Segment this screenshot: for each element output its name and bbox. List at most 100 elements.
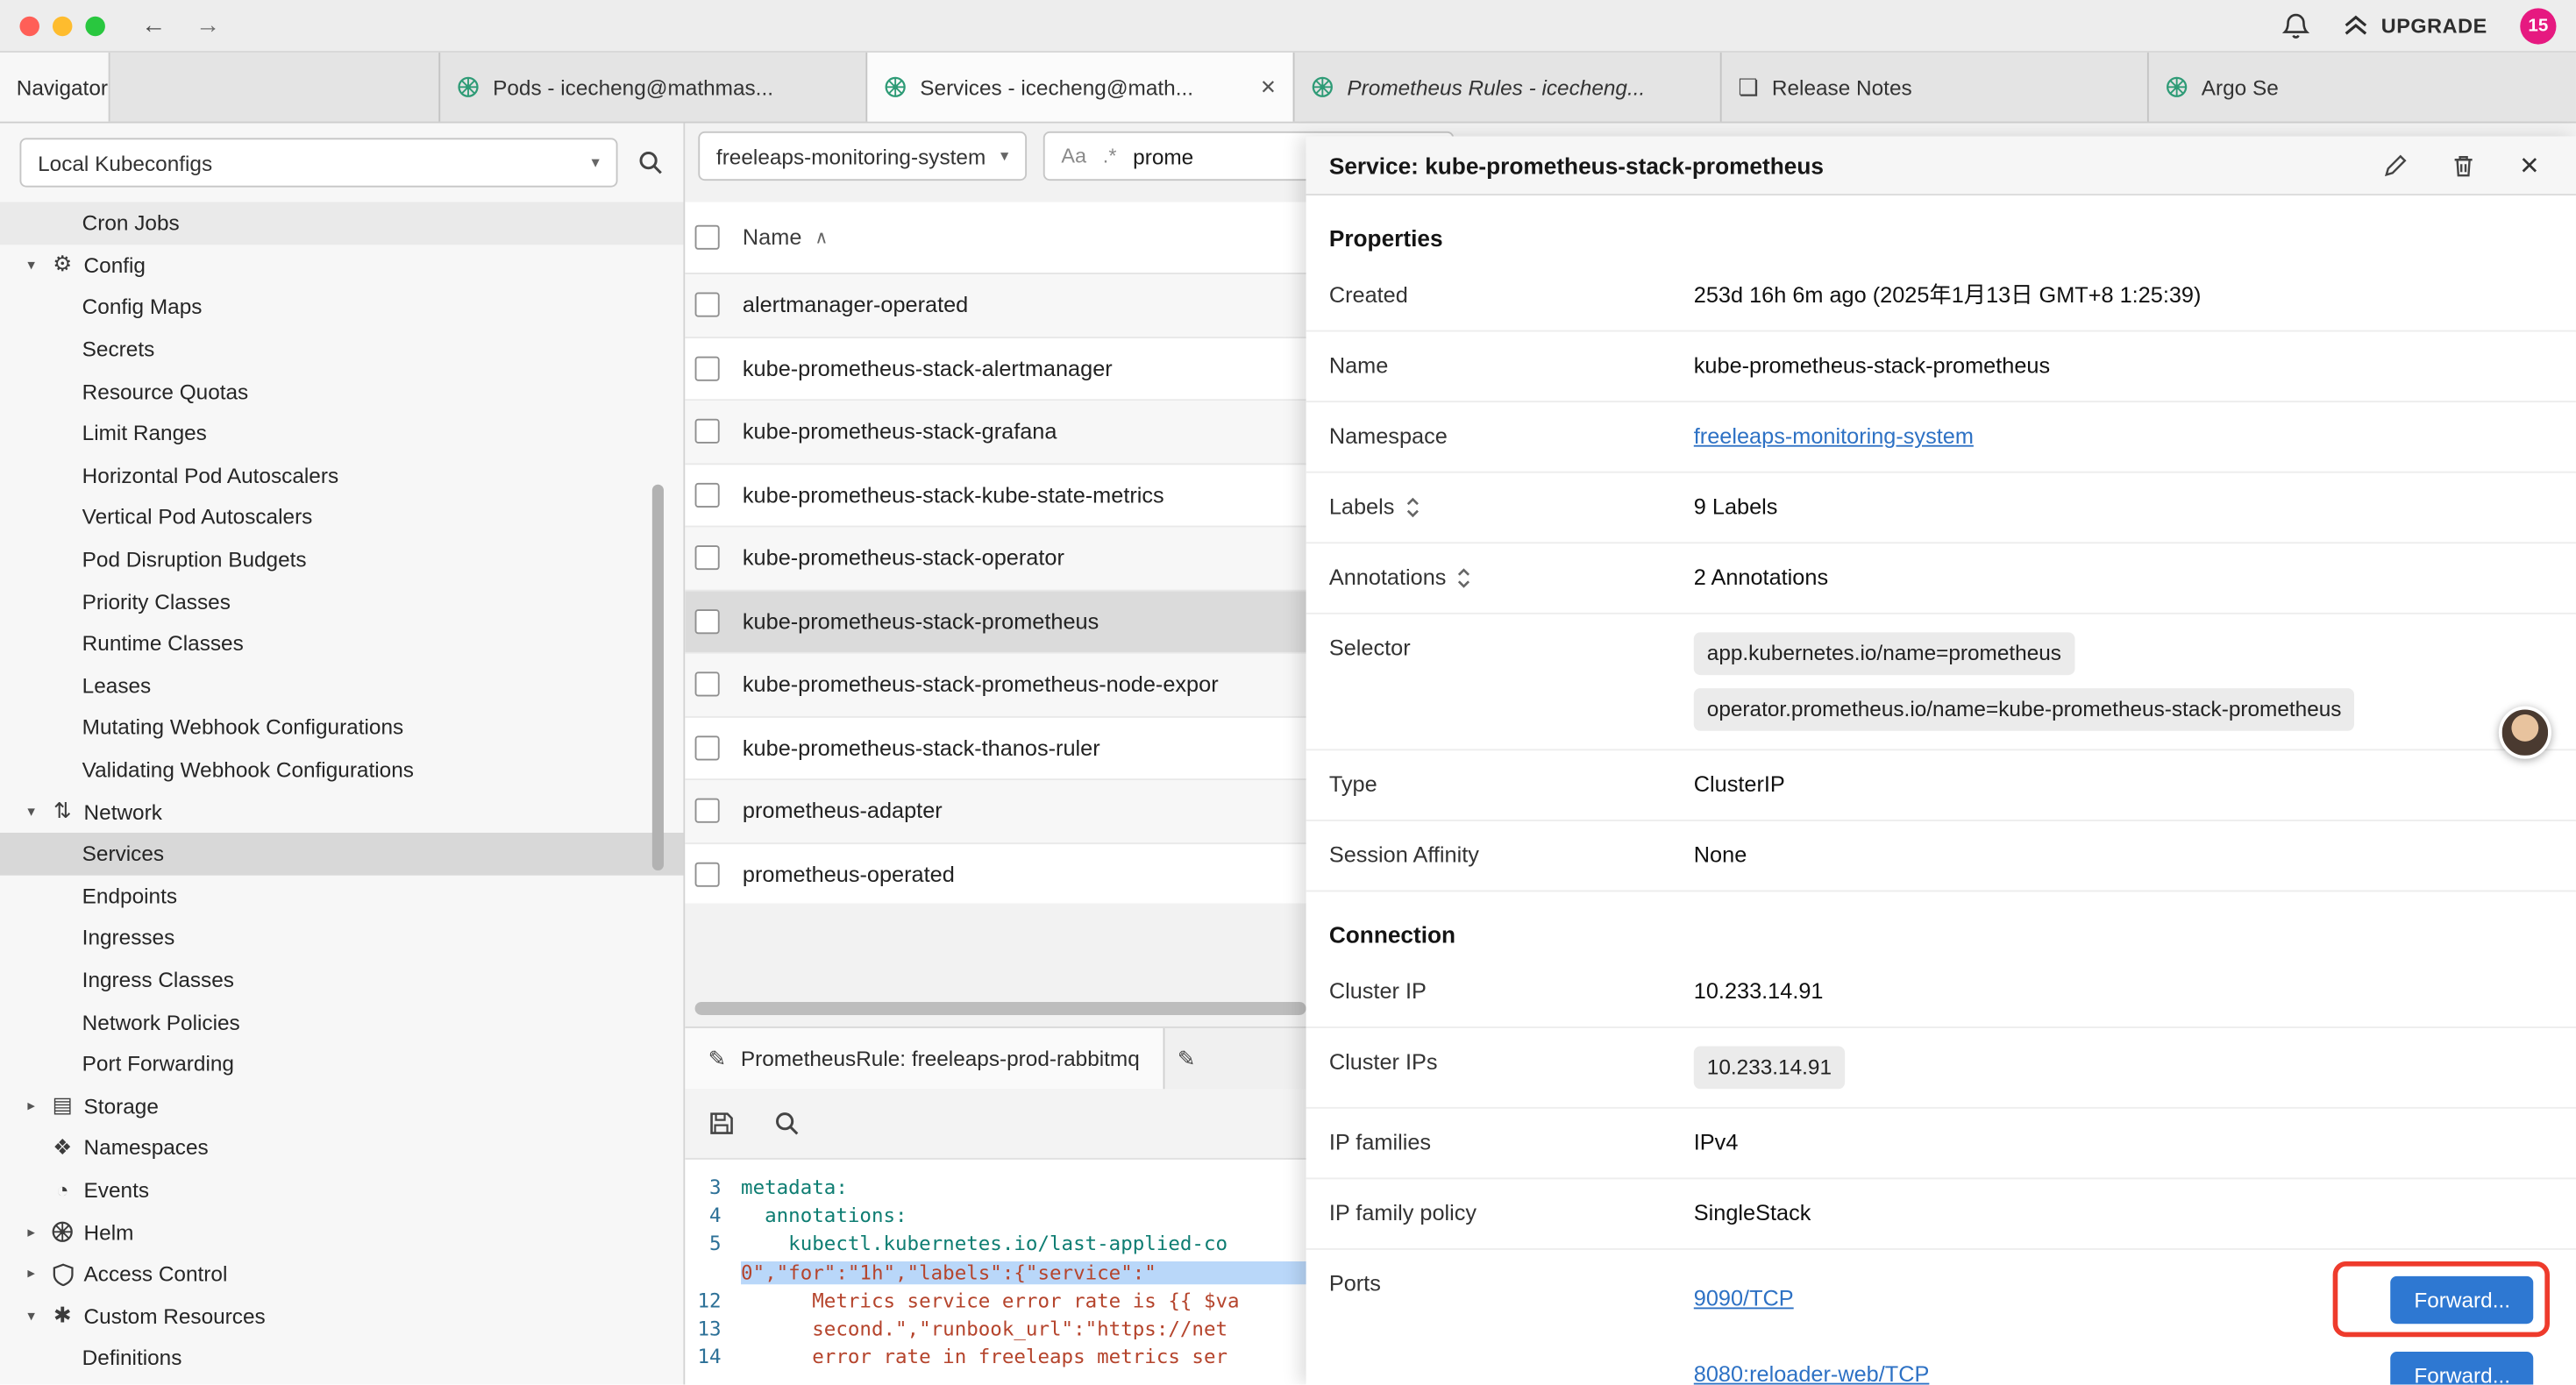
sidebar-item-label: Services bbox=[82, 842, 164, 866]
port-line: 8080:reloader-web/TCP Forward... bbox=[1694, 1344, 2553, 1385]
sidebar-item-port-forwarding[interactable]: Port Forwarding bbox=[0, 1043, 683, 1085]
sidebar-item-vertical-pod-autoscalers[interactable]: Vertical Pod Autoscalers bbox=[0, 496, 683, 538]
user-avatar[interactable] bbox=[2499, 707, 2551, 759]
row-checkbox[interactable] bbox=[695, 862, 720, 886]
row-checkbox[interactable] bbox=[695, 799, 720, 823]
sidebar-item-helm[interactable]: ▸Helm bbox=[0, 1211, 683, 1253]
value-link[interactable]: freeleaps-monitoring-system bbox=[1694, 423, 1974, 448]
sidebar-item-label: Events bbox=[84, 1177, 149, 1202]
drawer-row-label: Labels bbox=[1329, 491, 1694, 523]
close-window-button[interactable] bbox=[19, 16, 39, 35]
sidebar-item-limit-ranges[interactable]: Limit Ranges bbox=[0, 412, 683, 454]
editor-tab-services-icecheng-math[interactable]: Services - icecheng@math...✕ bbox=[867, 53, 1294, 122]
sidebar-item-access-control[interactable]: ▸Access Control bbox=[0, 1253, 683, 1295]
sidebar-item-network[interactable]: ▾⇅Network bbox=[0, 791, 683, 833]
port-link[interactable]: 9090/TCP bbox=[1694, 1282, 1794, 1315]
minimize-window-button[interactable] bbox=[53, 16, 72, 35]
line-number: 12 bbox=[685, 1289, 741, 1312]
save-icon[interactable] bbox=[708, 1111, 735, 1137]
sidebar-item-ingresses[interactable]: Ingresses bbox=[0, 917, 683, 959]
sidebar-search-icon[interactable] bbox=[637, 150, 664, 176]
namespace-selector[interactable]: freeleaps-monitoring-system ▾ bbox=[698, 131, 1027, 181]
close-tab-icon[interactable]: ✕ bbox=[1260, 75, 1277, 98]
upgrade-button[interactable]: UPGRADE bbox=[2344, 13, 2487, 38]
kubeconfig-selector[interactable]: Local Kubeconfigs ▾ bbox=[19, 138, 617, 187]
sidebar-scrollbar[interactable] bbox=[652, 485, 664, 870]
chevron-right-icon[interactable]: ▸ bbox=[17, 1097, 46, 1115]
sidebar-item-leases[interactable]: Leases bbox=[0, 664, 683, 707]
drawer-row-value: 9 Labels bbox=[1694, 491, 2553, 523]
sidebar-item-custom-resources[interactable]: ▾✱Custom Resources bbox=[0, 1295, 683, 1337]
port-forward-button[interactable]: Forward... bbox=[2391, 1275, 2533, 1323]
sidebar-item-runtime-classes[interactable]: Runtime Classes bbox=[0, 622, 683, 664]
sidebar-item-mutating-webhook-configurations[interactable]: Mutating Webhook Configurations bbox=[0, 707, 683, 749]
drawer-row-type: TypeClusterIP bbox=[1306, 750, 2576, 821]
value-text: 10.233.14.91 bbox=[1694, 979, 1824, 1004]
select-all-checkbox[interactable] bbox=[695, 225, 720, 250]
chevron-down-icon[interactable]: ▾ bbox=[17, 256, 46, 274]
sidebar-item-secrets[interactable]: Secrets bbox=[0, 328, 683, 370]
editor-tab-argo-se[interactable]: Argo Se bbox=[2149, 53, 2576, 122]
sidebar-item-label: Mutating Webhook Configurations bbox=[82, 715, 404, 740]
row-checkbox[interactable] bbox=[695, 482, 720, 507]
sidebar-item-config[interactable]: ▾⚙Config bbox=[0, 244, 683, 286]
port-forward-button[interactable]: Forward... bbox=[2391, 1351, 2533, 1384]
row-checkbox[interactable] bbox=[695, 546, 720, 571]
edit-resource-icon[interactable] bbox=[2385, 153, 2409, 177]
zoom-window-button[interactable] bbox=[85, 16, 104, 35]
regex-toggle[interactable]: .* bbox=[1103, 145, 1117, 167]
unfold-more-icon[interactable] bbox=[1405, 494, 1421, 521]
back-button[interactable]: ← bbox=[141, 11, 166, 39]
sidebar-item-network-policies[interactable]: Network Policies bbox=[0, 1001, 683, 1043]
editor-tab-pods-icecheng-mathmas[interactable]: Pods - icecheng@mathmas... bbox=[440, 53, 867, 122]
chevron-right-icon[interactable]: ▸ bbox=[17, 1265, 46, 1283]
column-header-name[interactable]: Name bbox=[743, 225, 801, 250]
sidebar-item-config-maps[interactable]: Config Maps bbox=[0, 286, 683, 328]
unfold-more-icon[interactable] bbox=[1456, 565, 1473, 592]
row-checkbox[interactable] bbox=[695, 735, 720, 760]
row-checkbox[interactable] bbox=[695, 293, 720, 317]
sidebar-item-resource-quotas[interactable]: Resource Quotas bbox=[0, 370, 683, 412]
row-checkbox[interactable] bbox=[695, 609, 720, 634]
drawer-row-value: 9090/TCP Forward... 8080:reloader-web/TCP F… bbox=[1694, 1268, 2553, 1384]
sidebar-item-storage[interactable]: ▸▤Storage bbox=[0, 1085, 683, 1127]
port-link[interactable]: 8080:reloader-web/TCP bbox=[1694, 1359, 1930, 1385]
editor-tab-release-notes[interactable]: ❏Release Notes bbox=[1722, 53, 2149, 122]
sort-ascending-icon[interactable]: ∧ bbox=[815, 227, 828, 248]
notifications-bell-icon[interactable] bbox=[2282, 11, 2310, 40]
editor-tab-prometheus-rules-icecheng[interactable]: Prometheus Rules - icecheng... bbox=[1294, 53, 1721, 122]
sidebar-item-ingress-classes[interactable]: Ingress Classes bbox=[0, 959, 683, 1001]
sidebar-item-services[interactable]: Services bbox=[0, 833, 683, 875]
sidebar-item-priority-classes[interactable]: Priority Classes bbox=[0, 580, 683, 622]
sidebar-item-endpoints[interactable]: Endpoints bbox=[0, 875, 683, 917]
delete-resource-icon[interactable] bbox=[2451, 152, 2476, 178]
row-checkbox[interactable] bbox=[695, 356, 720, 380]
row-checkbox[interactable] bbox=[695, 672, 720, 697]
access-control-icon bbox=[46, 1262, 78, 1285]
match-case-toggle[interactable]: Aa bbox=[1061, 145, 1086, 167]
editor-search-icon[interactable] bbox=[774, 1111, 801, 1137]
chevron-down-icon[interactable]: ▾ bbox=[17, 803, 46, 821]
value-text: SingleStack bbox=[1694, 1201, 1811, 1225]
drawer-row-name: Namekube-prometheus-stack-prometheus bbox=[1306, 331, 2576, 402]
chevron-right-icon[interactable]: ▸ bbox=[17, 1223, 46, 1241]
sidebar-item-cron-jobs[interactable]: Cron Jobs bbox=[0, 202, 683, 244]
sidebar-item-namespaces[interactable]: ❖Namespaces bbox=[0, 1126, 683, 1168]
sidebar-item-events[interactable]: ◔Events bbox=[0, 1168, 683, 1211]
dock-tab-prometheusrule-freeleaps-prod-rabbitmq[interactable]: ✎PrometheusRule: freeleaps-prod-rabbitmq bbox=[685, 1028, 1164, 1089]
forward-button[interactable]: → bbox=[196, 11, 220, 39]
sidebar-item-horizontal-pod-autoscalers[interactable]: Horizontal Pod Autoscalers bbox=[0, 454, 683, 496]
row-name: kube-prometheus-stack-prometheus bbox=[743, 609, 1099, 634]
table-horizontal-scrollbar[interactable] bbox=[695, 1002, 1306, 1015]
chevron-down-icon[interactable]: ▾ bbox=[17, 1307, 46, 1325]
sidebar-item-pod-disruption-budgets[interactable]: Pod Disruption Budgets bbox=[0, 538, 683, 580]
document-icon: ❏ bbox=[1738, 73, 1759, 101]
close-drawer-icon[interactable]: ✕ bbox=[2519, 150, 2540, 180]
sidebar-item-label: Resource Quotas bbox=[82, 379, 249, 403]
drawer-row-label: Annotations bbox=[1329, 562, 1694, 594]
sidebar-item-validating-webhook-configurations[interactable]: Validating Webhook Configurations bbox=[0, 749, 683, 791]
notification-count-badge[interactable]: 15 bbox=[2520, 7, 2556, 43]
sidebar-item-definitions[interactable]: Definitions bbox=[0, 1337, 683, 1379]
row-checkbox[interactable] bbox=[695, 419, 720, 444]
drawer-row-value: ClusterIP bbox=[1694, 769, 2553, 801]
